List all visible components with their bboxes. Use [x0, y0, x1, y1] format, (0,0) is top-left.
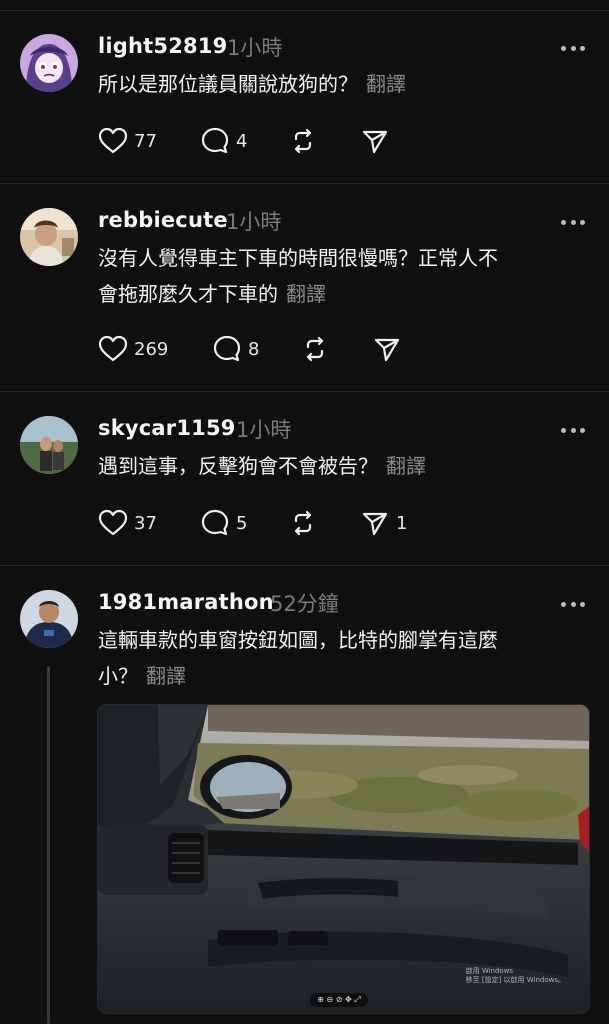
timestamp: 1小時 — [227, 36, 283, 60]
avatar[interactable] — [20, 34, 78, 92]
timestamp: 1小時 — [236, 418, 292, 442]
share-button[interactable] — [372, 334, 402, 364]
more-icon[interactable] — [561, 44, 585, 52]
avatar[interactable] — [20, 590, 78, 648]
avatar[interactable] — [20, 208, 78, 266]
username[interactable]: rebbiecute — [98, 208, 228, 232]
comment-count: 8 — [248, 338, 260, 360]
post-text-line: 會拖那麼久才下車的 — [98, 282, 278, 306]
reply-post: light52819 1小時 所以是那位議員關說放狗的？ 翻譯 77 4 — [0, 10, 609, 184]
comment-button[interactable]: 5 — [200, 508, 247, 538]
share-icon — [362, 130, 388, 154]
timestamp: 52分鐘 — [270, 592, 339, 616]
translate-link[interactable]: 翻譯 — [286, 282, 326, 306]
translate-link[interactable]: 翻譯 — [146, 664, 186, 688]
repost-button[interactable] — [300, 334, 330, 364]
comment-button[interactable]: 4 — [200, 126, 247, 156]
like-button[interactable]: 77 — [98, 126, 157, 156]
post-text-line: 沒有人覺得車主下車的時間很慢嗎？正常人不 — [98, 246, 498, 270]
share-icon — [362, 512, 388, 536]
share-count: 1 — [396, 512, 408, 534]
repost-button[interactable] — [288, 508, 318, 538]
share-button[interactable]: 1 — [360, 508, 407, 538]
like-count: 77 — [134, 130, 157, 152]
translate-link[interactable]: 翻譯 — [366, 72, 406, 96]
image-toolbar[interactable]: ⊕ ⊖ ⊘ ✥ ⤢ — [310, 993, 368, 1007]
repost-icon — [306, 336, 324, 362]
timestamp: 1小時 — [226, 210, 282, 234]
repost-button[interactable] — [288, 126, 318, 156]
watermark-line: 啟用 Windows — [465, 967, 514, 975]
repost-icon — [294, 510, 312, 536]
post-text-content: 所以是那位議員關說放狗的？ — [98, 72, 358, 96]
comment-count: 5 — [236, 512, 248, 534]
watermark-line: 移至 [設定] 以啟用 Windows。 — [465, 976, 565, 984]
comment-button[interactable]: 8 — [212, 334, 259, 364]
comment-icon — [201, 509, 229, 536]
like-count: 37 — [134, 512, 157, 534]
more-icon[interactable] — [561, 426, 585, 434]
post-text: 所以是那位議員關說放狗的？ 翻譯 — [98, 66, 589, 102]
thread-line — [47, 666, 50, 1024]
reply-post: skycar1159 1小時 遇到這事，反擊狗會不會被告？ 翻譯 37 5 1 — [0, 392, 609, 566]
image-toolbar-icons[interactable]: ⊕ ⊖ ⊘ ✥ ⤢ — [317, 995, 360, 1005]
avatar[interactable] — [20, 416, 78, 474]
comment-count: 4 — [236, 130, 248, 152]
username[interactable]: 1981marathon — [98, 590, 274, 614]
heart-icon — [98, 509, 128, 536]
comment-icon — [213, 335, 241, 362]
like-button[interactable]: 37 — [98, 508, 157, 538]
username[interactable]: light52819 — [98, 34, 227, 58]
share-button[interactable] — [360, 126, 390, 156]
username[interactable]: skycar1159 — [98, 416, 236, 440]
share-icon — [374, 338, 400, 362]
more-icon[interactable] — [561, 218, 585, 226]
post-text-line: 小？ — [98, 664, 138, 688]
post-text: 這輛車款的車窗按鈕如圖，比特的腳掌有這麼 小？ 翻譯 — [98, 622, 589, 694]
post-image[interactable]: 啟用 Windows 移至 [設定] 以啟用 Windows。 ⊕ ⊖ ⊘ ✥ … — [97, 704, 590, 1014]
post-text-line: 這輛車款的車窗按鈕如圖，比特的腳掌有這麼 — [98, 628, 498, 652]
post-text: 遇到這事，反擊狗會不會被告？ 翻譯 — [98, 448, 589, 484]
comment-icon — [201, 127, 229, 154]
translate-link[interactable]: 翻譯 — [386, 454, 426, 478]
post-text: 沒有人覺得車主下車的時間很慢嗎？正常人不 會拖那麼久才下車的 翻譯 — [98, 240, 589, 312]
post-text-content: 遇到這事，反擊狗會不會被告？ — [98, 454, 378, 478]
repost-icon — [294, 128, 312, 154]
watermark-text: 啟用 Windows 移至 [設定] 以啟用 Windows。 — [466, 967, 565, 985]
more-icon[interactable] — [561, 600, 585, 608]
like-count: 269 — [134, 338, 169, 360]
heart-icon — [98, 335, 128, 362]
heart-icon — [98, 127, 128, 154]
like-button[interactable]: 269 — [98, 334, 168, 364]
reply-post: rebbiecute 1小時 沒有人覺得車主下車的時間很慢嗎？正常人不 會拖那麼… — [0, 184, 609, 392]
